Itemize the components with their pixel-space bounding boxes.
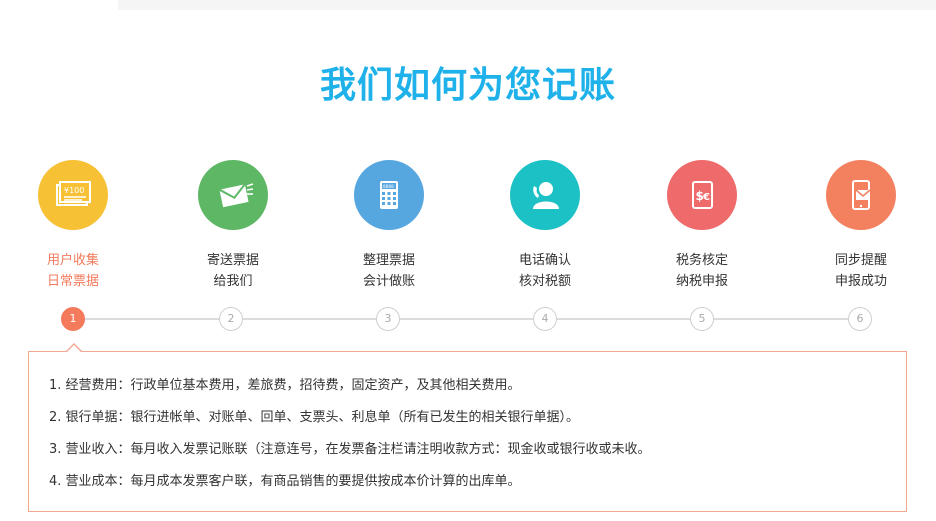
timeline-line (72, 318, 860, 320)
top-bar (118, 0, 936, 10)
step-3-label[interactable]: 整理票据 会计做账 (329, 250, 449, 292)
step-number-5[interactable]: 5 (690, 307, 714, 331)
step-number-2[interactable]: 2 (219, 307, 243, 331)
calculator-icon: 8888 (380, 181, 398, 209)
bills-icon: ¥100 (56, 181, 91, 206)
step-6-label[interactable]: 同步提醒 申报成功 (801, 250, 921, 292)
svg-text:€: € (702, 192, 710, 203)
step-6-icon-circle[interactable] (826, 160, 896, 230)
detail-item: 2. 银行单据：银行进帐单、对账单、回单、支票头、利息单（所有已发生的相关银行单… (49, 410, 580, 425)
phone-call-icon (533, 182, 559, 209)
calculator-label: 8888 (383, 184, 394, 190)
step-4-icon-circle[interactable] (510, 160, 580, 230)
step-1-icon-circle[interactable]: ¥100 (38, 160, 108, 230)
detail-item: 4. 营业成本：每月成本发票客户联，有商品销售的要提供按成本价计算的出库单。 (49, 474, 521, 489)
page-title: 我们如何为您记账 (319, 65, 616, 106)
step-number-3[interactable]: 3 (376, 307, 400, 331)
bills-label: ¥100 (64, 186, 84, 195)
step-5-icon-circle[interactable]: $ € (667, 160, 737, 230)
pointer-arrow-fill (67, 345, 81, 352)
tax-document-icon: $ € (692, 181, 713, 209)
step-number-6[interactable]: 6 (848, 307, 872, 331)
step-5-label[interactable]: 税务核定 纳税申报 (642, 250, 762, 292)
mobile-mail-icon (852, 180, 871, 210)
step-2-icon-circle[interactable] (198, 160, 268, 230)
step-3-icon-circle[interactable]: 8888 (354, 160, 424, 230)
step-number-1[interactable]: 1 (61, 307, 85, 331)
envelope-icon (218, 183, 254, 208)
step-2-label[interactable]: 寄送票据 给我们 (173, 250, 293, 292)
details-list: 1. 经营费用：行政单位基本费用，差旅费，招待费，固定资产，及其他相关费用。 2… (49, 370, 651, 498)
detail-item: 1. 经营费用：行政单位基本费用，差旅费，招待费，固定资产，及其他相关费用。 (49, 378, 521, 393)
step-number-4[interactable]: 4 (533, 307, 557, 331)
step-4-label[interactable]: 电话确认 核对税额 (485, 250, 605, 292)
step-1-label[interactable]: 用户收集 日常票据 (13, 250, 133, 292)
details-panel: 1. 经营费用：行政单位基本费用，差旅费，招待费，固定资产，及其他相关费用。 2… (28, 351, 907, 512)
detail-item: 3. 营业收入：每月收入发票记账联（注意连号，在发票备注栏请注明收款方式：现金收… (49, 442, 651, 457)
